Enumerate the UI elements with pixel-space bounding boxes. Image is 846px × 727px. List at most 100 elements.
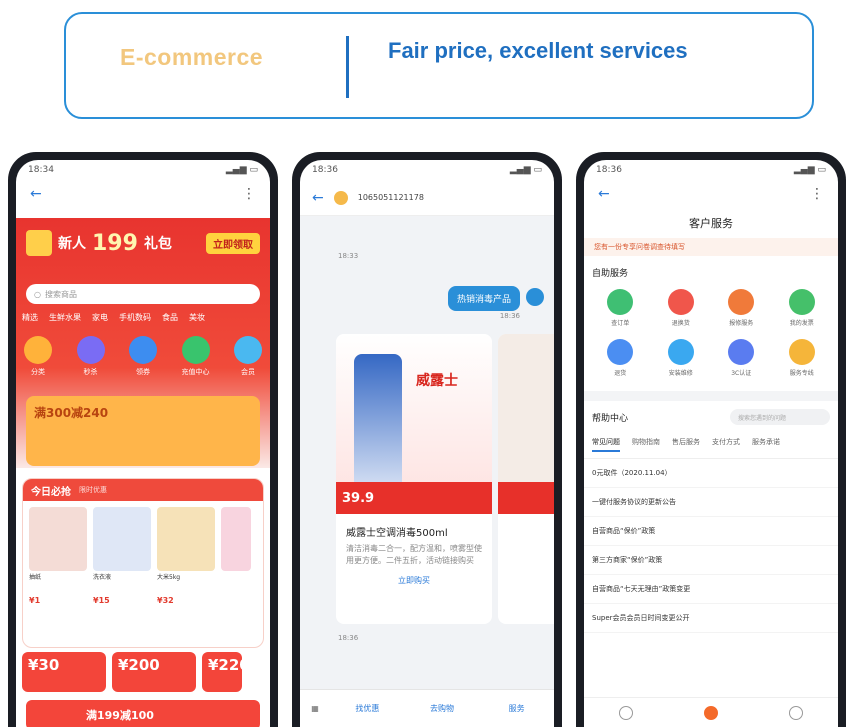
help-tab[interactable]: 购物指南 [632, 437, 660, 452]
faq-item[interactable]: 一键付服务协议的更新公告 [584, 488, 838, 517]
help-tab[interactable]: 支付方式 [712, 437, 740, 452]
shortcut-label: 领券 [136, 368, 150, 376]
help-title: 帮助中心 [592, 413, 629, 424]
service-item[interactable]: 服务专线 [772, 339, 833, 377]
menu-item[interactable]: 服务 [479, 703, 554, 714]
today-header: 今日必抢 限时优惠 [23, 479, 263, 501]
category-tab[interactable]: 生鲜水果 [49, 312, 81, 323]
bottom-tabbar [584, 697, 838, 727]
tools-icon [667, 339, 694, 365]
shortcut-member[interactable]: 会员 [234, 336, 262, 377]
shortcut-flash[interactable]: 秒杀 [76, 336, 105, 377]
recharge-icon [181, 336, 210, 364]
category-tab[interactable]: 食品 [162, 312, 178, 323]
product-card-peek[interactable] [498, 334, 554, 624]
order-icon [607, 289, 634, 315]
gift-icon [26, 230, 52, 256]
shortcut-label: 会员 [241, 368, 255, 376]
keyboard-icon[interactable]: ▦ [300, 704, 330, 713]
deal-item[interactable]: 抽纸 ¥1 [29, 507, 87, 605]
menu-item[interactable]: 找优惠 [330, 703, 405, 714]
chat-icon [788, 339, 815, 365]
service-item[interactable]: 退货 [590, 339, 651, 377]
lightning-icon [76, 336, 105, 364]
notice-bar[interactable]: 您有一份专享问卷调查待填写 [584, 238, 838, 256]
service-item[interactable]: 查订单 [590, 289, 651, 327]
category-tab[interactable]: 手机数码 [119, 312, 151, 323]
certificate-icon [728, 339, 755, 365]
buy-link[interactable]: 立即购买 [336, 567, 492, 594]
bottom-ad[interactable]: 满199减100 [26, 700, 260, 727]
signal-icon: ▂▄▆ ▭ [793, 165, 826, 175]
back-arrow-icon[interactable]: ← [312, 190, 324, 206]
deal-item[interactable]: 洗衣液 ¥15 [93, 507, 151, 605]
help-tab[interactable]: 常见问题 [592, 437, 620, 452]
service-item[interactable]: 退换货 [651, 289, 712, 327]
product-card[interactable]: 威露士 39.9 威露士空调消毒500ml 清洁消毒二合一，配方温和，喷雾型使用… [336, 334, 492, 624]
faq-item[interactable]: 自营商品“七天无理由”政策变更 [584, 575, 838, 604]
chat-header: ← 1065051121178 [300, 180, 554, 216]
promo-button[interactable]: 立即领取 [206, 232, 260, 254]
search-bar[interactable]: ○ 搜索商品 [26, 284, 260, 304]
category-tab[interactable]: 家电 [92, 312, 108, 323]
faq-tab-icon[interactable] [619, 705, 634, 720]
message-time: 18:36 [338, 634, 359, 642]
faq-item[interactable]: 第三方商家“保价”政策 [584, 546, 838, 575]
section-title: 自助服务 [592, 269, 629, 279]
shortcut-recharge[interactable]: 充值中心 [181, 336, 210, 377]
deal-item[interactable] [221, 507, 251, 605]
banner-right-text: Fair price, excellent services [388, 38, 688, 63]
help-search[interactable]: 搜索您遇到的问题 [730, 409, 830, 425]
product-brand: 威露士 [416, 373, 458, 389]
service-label: 服务专线 [789, 370, 814, 377]
message-bubble[interactable]: 热销消毒产品 [447, 286, 520, 311]
back-arrow-icon[interactable]: ← [598, 186, 610, 202]
coupon-banner[interactable]: 满300减240 [26, 396, 260, 466]
section-gap [584, 391, 838, 401]
more-icon[interactable]: ⋮ [242, 186, 256, 202]
voucher[interactable]: ¥220 [202, 652, 250, 692]
shortcut-category[interactable]: 分类 [24, 336, 52, 377]
voucher[interactable]: ¥30 [22, 652, 106, 692]
feedback-icon[interactable] [788, 705, 803, 720]
help-tab[interactable]: 服务承诺 [752, 437, 780, 452]
service-label: 报修服务 [729, 320, 754, 327]
service-item[interactable]: 我的发票 [772, 289, 833, 327]
category-tab[interactable]: 精选 [22, 312, 38, 323]
return-icon [607, 339, 634, 365]
message-time: 18:33 [338, 252, 359, 260]
help-tab[interactable]: 售后服务 [672, 437, 700, 452]
message-time: 18:36 [499, 312, 520, 320]
category-tabs: 精选 生鲜水果 家电 手机数码 食品 美妆 [22, 312, 266, 323]
service-label: 我的发票 [789, 320, 814, 327]
promo-label: 新人 [58, 236, 86, 252]
online-service-icon[interactable] [703, 705, 718, 720]
menu-item[interactable]: 去购物 [405, 703, 480, 714]
service-item[interactable]: 报修服务 [711, 289, 772, 327]
help-header: 帮助中心 搜索您遇到的问题 [584, 401, 838, 433]
product-title: 抽纸 [29, 574, 42, 581]
service-item[interactable]: 3C认证 [711, 339, 772, 377]
faq-item[interactable]: 自营商品“保价”政策 [584, 517, 838, 546]
service-item[interactable]: 安装维修 [651, 339, 712, 377]
product-desc: 清洁消毒二合一，配方温和，喷雾型使用更方便。二件五折，活动链接购买 [346, 544, 482, 565]
today-deals: 今日必抢 限时优惠 抽纸 ¥1 洗衣液 ¥15 大米5kg ¥32 [22, 478, 264, 648]
user-avatar-icon [526, 288, 544, 306]
deal-item[interactable]: 大米5kg ¥32 [157, 507, 215, 605]
more-icon[interactable]: ⋮ [810, 186, 824, 202]
new-user-promo[interactable]: 新人 199 礼包 立即领取 [26, 226, 260, 260]
service-label: 3C认证 [731, 370, 752, 377]
faq-item[interactable]: 0元取件（2020.11.04） [584, 459, 838, 488]
faq-item[interactable]: Super会员会员日时间变更公开 [584, 604, 838, 633]
back-arrow-icon[interactable]: ← [30, 186, 42, 202]
product-price: ¥32 [157, 596, 174, 605]
service-grid: 查订单 退换货 报修服务 我的发票 退货 安装维修 3C认证 服务专线 [584, 285, 838, 381]
phone-screen: 18:36 ▂▄▆ ▭ ← ⋮ 客户服务 您有一份专享问卷调查待填写 自助服务 … [584, 160, 838, 727]
category-tab[interactable]: 美妆 [189, 312, 205, 323]
shortcut-coupon[interactable]: 领券 [129, 336, 157, 377]
search-icon: ○ [34, 289, 41, 299]
status-bar: 18:36 ▂▄▆ ▭ [584, 160, 838, 180]
deal-items: 抽纸 ¥1 洗衣液 ¥15 大米5kg ¥32 [23, 501, 263, 611]
app-bar: ← ⋮ [584, 180, 838, 208]
voucher[interactable]: ¥200 [112, 652, 196, 692]
